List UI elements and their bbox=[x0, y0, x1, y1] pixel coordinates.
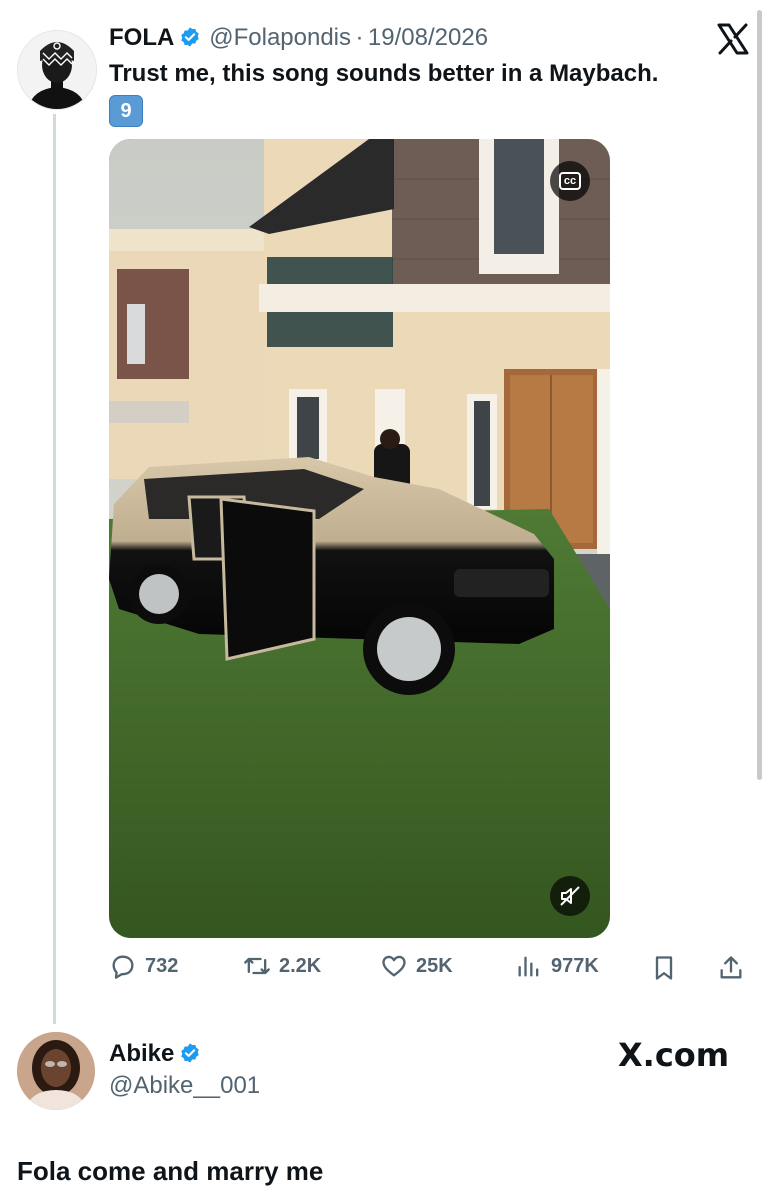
reply-text: Fola come and marry me bbox=[17, 1156, 324, 1186]
author-avatar[interactable] bbox=[17, 30, 97, 110]
reply-icon bbox=[112, 955, 134, 979]
x-com-watermark: X.com bbox=[618, 1036, 730, 1074]
like-count: 25K bbox=[416, 954, 453, 977]
closed-captions-icon: cc bbox=[558, 172, 582, 190]
scrollbar[interactable] bbox=[757, 10, 762, 780]
mute-button[interactable] bbox=[550, 876, 590, 916]
verified-badge-icon bbox=[181, 27, 199, 47]
keycap-emoji: 9 bbox=[109, 95, 143, 127]
thread-line bbox=[53, 114, 56, 1024]
tweet-header: FOLA @Folapondis · 19/08/2026 bbox=[109, 24, 709, 58]
repost-icon bbox=[244, 957, 270, 975]
like-action[interactable]: 25K bbox=[380, 952, 453, 980]
reply-avatar-photo bbox=[17, 1032, 95, 1110]
share-icon bbox=[720, 956, 742, 979]
bookmark-button[interactable] bbox=[650, 954, 678, 982]
verified-badge-icon bbox=[181, 1043, 199, 1063]
bookmark-icon bbox=[655, 956, 673, 980]
reply-author-handle[interactable]: @Abike__001 bbox=[109, 1072, 260, 1100]
mute-icon bbox=[560, 886, 580, 906]
analytics-icon bbox=[518, 956, 539, 977]
x-logo-icon[interactable] bbox=[716, 22, 750, 56]
closed-captions-button[interactable]: cc bbox=[550, 161, 590, 201]
tweet-video[interactable]: cc bbox=[109, 139, 610, 938]
reply-count: 732 bbox=[145, 954, 179, 977]
views-action[interactable]: 977K bbox=[515, 952, 599, 980]
repost-count: 2.2K bbox=[279, 954, 322, 977]
views-count: 977K bbox=[551, 954, 599, 977]
tweet-text: Trust me, this song sounds better in a M… bbox=[109, 60, 659, 87]
avatar-illustration bbox=[18, 31, 96, 109]
author-handle[interactable]: @Folapondis bbox=[209, 24, 351, 51]
dot-separator: · bbox=[355, 24, 364, 51]
tweet-date[interactable]: 19/08/2026 bbox=[368, 24, 488, 51]
reply-author-name[interactable]: Abike bbox=[109, 1040, 174, 1067]
video-frame-image bbox=[109, 139, 610, 938]
reply-author-avatar[interactable] bbox=[17, 1032, 95, 1110]
reply-header: Abike bbox=[109, 1040, 201, 1068]
reply-action[interactable]: 732 bbox=[109, 952, 178, 980]
repost-action[interactable]: 2.2K bbox=[243, 952, 321, 980]
share-button[interactable] bbox=[717, 954, 745, 982]
author-name[interactable]: FOLA bbox=[109, 24, 174, 51]
heart-icon bbox=[382, 955, 406, 977]
